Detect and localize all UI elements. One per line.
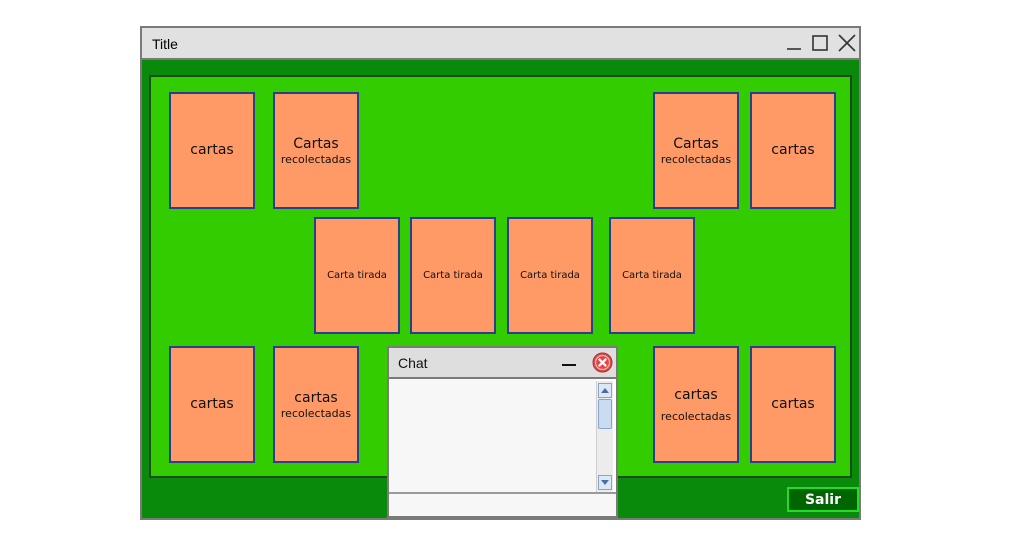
exit-button[interactable]: Salir (787, 487, 859, 512)
card-label: cartas (674, 386, 718, 403)
minimize-icon[interactable] (785, 34, 803, 52)
card-label: cartas (771, 396, 815, 412)
card-collected-top-left[interactable]: Cartas recolectadas (273, 92, 359, 209)
card-label: cartas (294, 389, 338, 406)
card-sublabel: recolectadas (280, 406, 352, 420)
chat-messages (389, 379, 596, 492)
card-deck-top-left[interactable]: cartas (169, 92, 255, 209)
card-played-2[interactable]: Carta tirada (410, 217, 496, 334)
card-label: cartas (190, 396, 234, 412)
card-label: cartas (771, 142, 815, 158)
chat-minimize-icon[interactable] (561, 354, 577, 370)
card-deck-top-right[interactable]: cartas (750, 92, 836, 209)
scroll-thumb[interactable] (598, 399, 612, 429)
card-deck-bottom-left[interactable]: cartas (169, 346, 255, 463)
window-titlebar[interactable]: Title (142, 28, 859, 60)
card-label: Carta tirada (327, 270, 387, 281)
card-played-4[interactable]: Carta tirada (609, 217, 695, 334)
card-sublabel: recolectadas (660, 409, 732, 423)
card-label: cartas (190, 142, 234, 158)
chat-title: Chat (398, 355, 428, 371)
chat-scrollbar[interactable] (596, 381, 613, 492)
card-label: Carta tirada (622, 270, 682, 281)
scroll-up-icon[interactable] (598, 383, 612, 398)
chat-titlebar[interactable]: Chat (389, 348, 616, 379)
chat-window: Chat (387, 346, 618, 518)
chat-close-icon[interactable] (592, 352, 613, 373)
maximize-icon[interactable] (811, 34, 829, 52)
card-collected-bottom-left[interactable]: cartas recolectadas (273, 346, 359, 463)
window-title: Title (152, 36, 178, 52)
card-label: Carta tirada (520, 270, 580, 281)
card-played-1[interactable]: Carta tirada (314, 217, 400, 334)
chat-input[interactable] (389, 492, 616, 516)
card-sublabel: recolectadas (660, 152, 732, 166)
card-deck-bottom-right[interactable]: cartas (750, 346, 836, 463)
scroll-down-icon[interactable] (598, 475, 612, 490)
card-label: Cartas (293, 135, 339, 152)
card-label: Cartas (673, 135, 719, 152)
card-label: Carta tirada (423, 270, 483, 281)
close-icon[interactable] (838, 34, 856, 52)
card-sublabel: recolectadas (280, 152, 352, 166)
card-collected-top-right[interactable]: Cartas recolectadas (653, 92, 739, 209)
card-played-3[interactable]: Carta tirada (507, 217, 593, 334)
card-collected-bottom-right[interactable]: cartas recolectadas (653, 346, 739, 463)
